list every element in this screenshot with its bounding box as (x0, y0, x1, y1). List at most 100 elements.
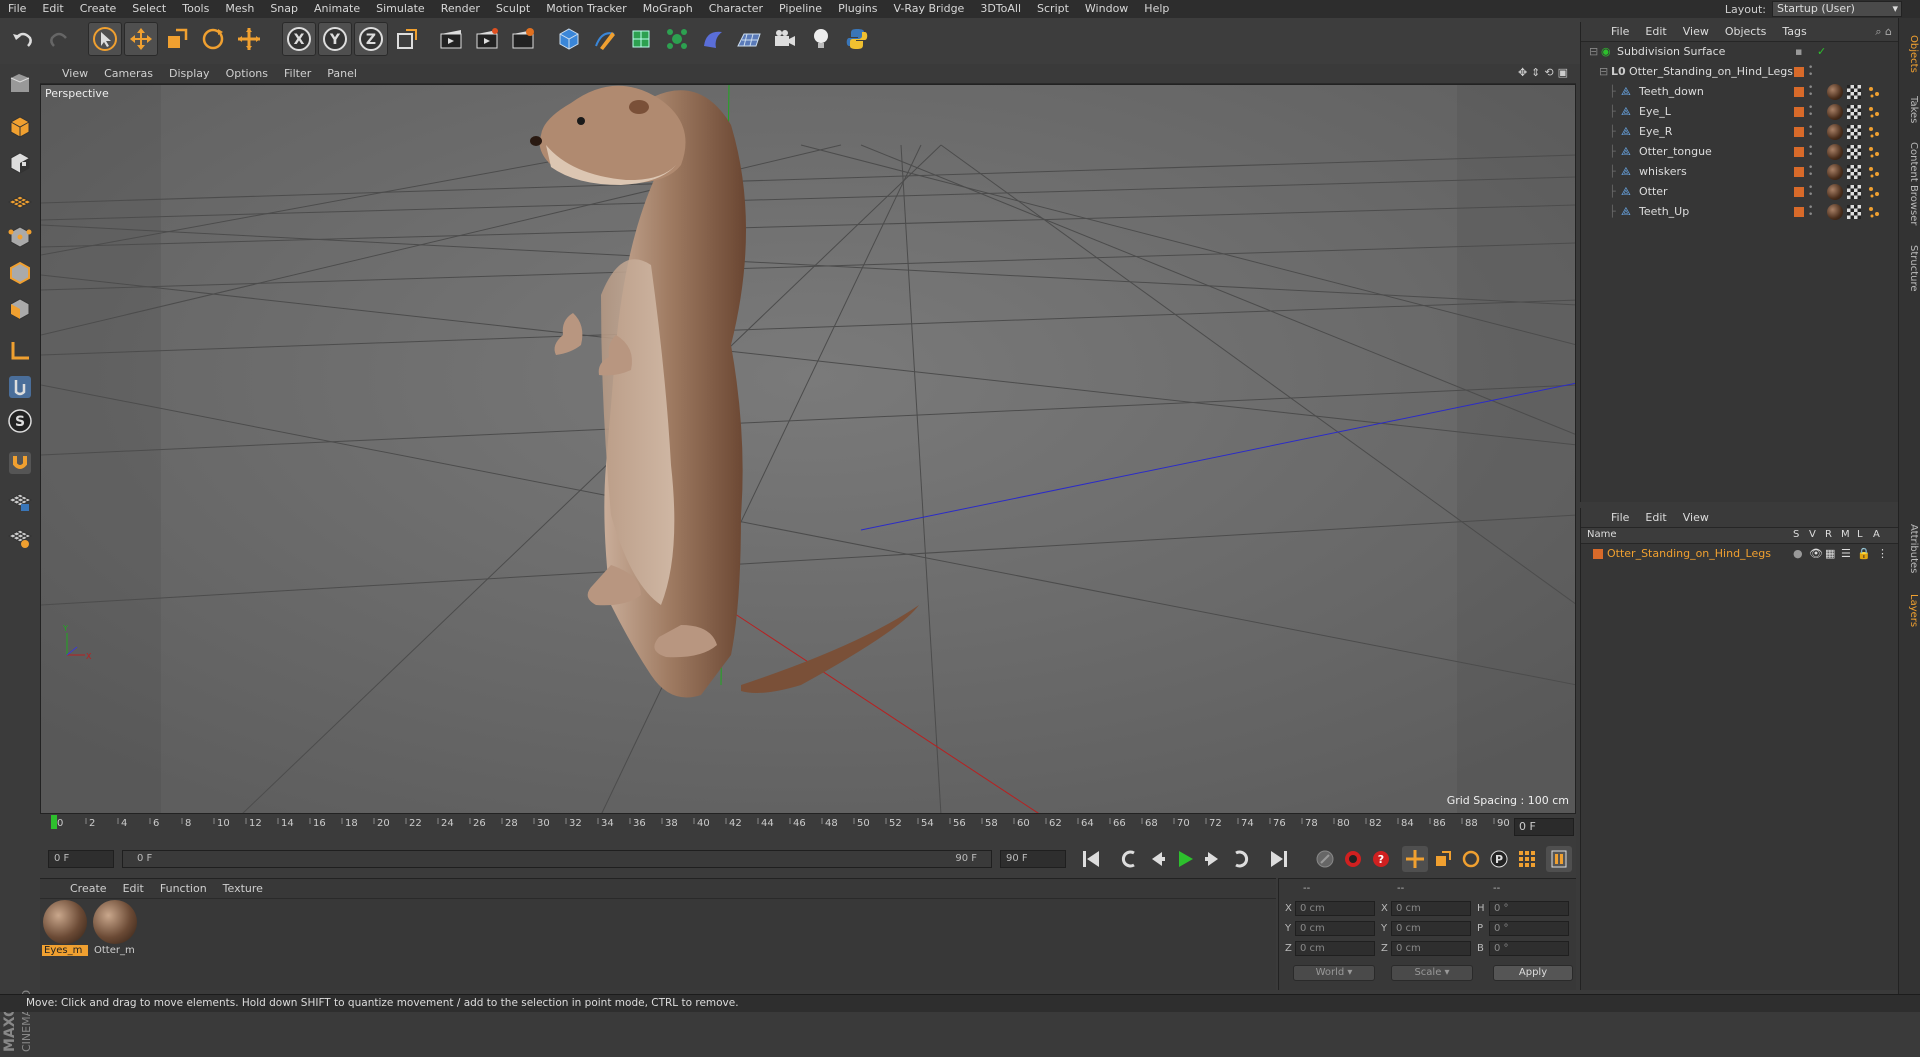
texture-tag-icon[interactable] (1847, 85, 1861, 99)
tree-row-object[interactable]: ├ ⟁ Otter • • (1581, 182, 1899, 202)
tree-row-object[interactable]: ├ ⟁ Otter_tongue • • (1581, 142, 1899, 162)
layer-color-swatch[interactable] (1593, 549, 1603, 559)
coordinate-space-dropdown[interactable]: World ▾ (1293, 965, 1375, 981)
size-mode-dropdown[interactable]: Scale ▾ (1391, 965, 1473, 981)
om-menu-objects[interactable]: Objects (1717, 25, 1775, 38)
record-keys-off-icon[interactable] (1312, 846, 1338, 872)
material-tag-icon[interactable] (1827, 204, 1843, 220)
tab-layers[interactable]: Layers (1901, 588, 1919, 634)
model-mode-icon[interactable] (3, 110, 37, 144)
om-menu-view[interactable]: View (1675, 25, 1717, 38)
menu-script[interactable]: Script (1029, 0, 1077, 18)
render-settings-icon[interactable] (506, 22, 540, 56)
menu-tools[interactable]: Tools (174, 0, 217, 18)
layer-solo-icon[interactable]: ● (1793, 544, 1803, 564)
visibility-dots-icon[interactable]: • • (1808, 204, 1813, 220)
go-to-end-icon[interactable] (1266, 846, 1292, 872)
material-tag-icon[interactable] (1827, 104, 1843, 120)
snap-icon[interactable]: S (3, 404, 37, 438)
tree-row-object[interactable]: ├ ⟁ Eye_L • • (1581, 102, 1899, 122)
cloner-icon[interactable] (660, 22, 694, 56)
viewport-menu-panel[interactable]: Panel (319, 67, 365, 80)
tree-row-object[interactable]: ├ ⟁ Eye_R • • (1581, 122, 1899, 142)
search-icon[interactable]: ⌕ (1875, 25, 1881, 38)
menu-edit[interactable]: Edit (34, 0, 71, 18)
menu-sculpt[interactable]: Sculpt (488, 0, 538, 18)
undo-icon[interactable] (6, 22, 40, 56)
tab-objects[interactable]: Objects (1901, 24, 1919, 84)
material-eyes[interactable]: Eyes_m (42, 899, 88, 959)
floor-scene-icon[interactable] (732, 22, 766, 56)
tab-attributes[interactable]: Attributes (1901, 516, 1919, 582)
viewport-menu-display[interactable]: Display (161, 67, 218, 80)
position-x-field[interactable]: 0 cm (1295, 901, 1375, 916)
phong-tag-icon[interactable] (1867, 125, 1881, 139)
perspective-viewport[interactable]: Y X Perspective Grid Spacing : 100 cm (40, 84, 1576, 814)
om-menu-file[interactable]: File (1603, 25, 1637, 38)
material-tag-icon[interactable] (1827, 84, 1843, 100)
menu-select[interactable]: Select (124, 0, 174, 18)
layout-dropdown[interactable]: Startup (User) ▾ (1772, 1, 1902, 17)
points-mode-icon[interactable] (3, 220, 37, 254)
texture-mode-icon[interactable] (3, 146, 37, 180)
layer-color-swatch[interactable] (1794, 207, 1804, 217)
play-forward-icon[interactable] (1172, 846, 1198, 872)
texture-tag-icon[interactable] (1847, 185, 1861, 199)
om-menu-edit[interactable]: Edit (1637, 25, 1674, 38)
layer-row[interactable]: Otter_Standing_on_Hind_Legs ● 👁 ▦ ☰ 🔒 ⋮ (1581, 544, 1899, 564)
menu-mesh[interactable]: Mesh (217, 0, 262, 18)
visibility-dots-icon[interactable]: • • (1808, 184, 1813, 200)
lm-menu-edit[interactable]: Edit (1637, 511, 1674, 524)
texture-tag-icon[interactable] (1847, 105, 1861, 119)
texture-tag-icon[interactable] (1847, 125, 1861, 139)
locked-workplane-icon[interactable] (3, 484, 37, 518)
layer-color-swatch[interactable] (1794, 67, 1804, 77)
home-icon[interactable]: ⌂ (1885, 25, 1892, 38)
subdivision-surface-icon[interactable] (624, 22, 658, 56)
next-key-icon[interactable] (1228, 846, 1254, 872)
menu-mograph[interactable]: MoGraph (635, 0, 701, 18)
rotate-icon[interactable] (196, 22, 230, 56)
phong-tag-icon[interactable] (1867, 165, 1881, 179)
x-axis-icon[interactable]: X (282, 22, 316, 56)
edges-mode-icon[interactable] (3, 256, 37, 290)
menu-help[interactable]: Help (1136, 0, 1177, 18)
playhead-marker[interactable] (51, 815, 57, 829)
rotation-p-field[interactable]: 0 ° (1489, 921, 1569, 936)
viewport-menu-view[interactable]: View (54, 67, 96, 80)
tree-row-object[interactable]: ├ ⟁ Teeth_down • • (1581, 82, 1899, 102)
material-otter[interactable]: Otter_m (92, 899, 138, 959)
menu-create[interactable]: Create (72, 0, 125, 18)
tweak-mode-icon[interactable] (3, 370, 37, 404)
z-axis-icon[interactable]: Z (354, 22, 388, 56)
y-axis-icon[interactable]: Y (318, 22, 352, 56)
material-menu-texture[interactable]: Texture (215, 882, 271, 895)
menu-snap[interactable]: Snap (262, 0, 306, 18)
size-z-field[interactable]: 0 cm (1391, 941, 1471, 956)
tab-takes[interactable]: Takes (1901, 90, 1919, 130)
phong-tag-icon[interactable] (1867, 85, 1881, 99)
workplane-mode-icon[interactable] (3, 182, 37, 216)
viewport-menu-filter[interactable]: Filter (276, 67, 319, 80)
axis-mode-icon[interactable] (3, 334, 37, 368)
record-active-icon[interactable] (1340, 846, 1366, 872)
cube-primitive-icon[interactable] (552, 22, 586, 56)
layer-render-icon[interactable]: ▦ (1825, 544, 1835, 564)
select-arrow-icon[interactable] (88, 22, 122, 56)
layer-color-swatch[interactable] (1794, 87, 1804, 97)
frame-range-slider[interactable]: 0 F 90 F (122, 850, 992, 868)
pan-icon[interactable]: ✥ (1518, 66, 1527, 79)
go-to-start-icon[interactable] (1078, 846, 1104, 872)
dolly-icon[interactable]: ⇕ (1531, 66, 1540, 79)
phong-tag-icon[interactable] (1867, 105, 1881, 119)
tab-content-browser[interactable]: Content Browser (1901, 136, 1919, 232)
render-picture-viewer-icon[interactable] (470, 22, 504, 56)
lm-menu-view[interactable]: View (1675, 511, 1717, 524)
enabled-check-icon[interactable]: ✓ (1817, 42, 1826, 62)
menu-simulate[interactable]: Simulate (368, 0, 433, 18)
redo-icon[interactable] (42, 22, 76, 56)
next-frame-icon[interactable] (1200, 846, 1226, 872)
menu-character[interactable]: Character (701, 0, 771, 18)
deformer-icon[interactable] (696, 22, 730, 56)
key-pla-icon[interactable] (1514, 846, 1540, 872)
